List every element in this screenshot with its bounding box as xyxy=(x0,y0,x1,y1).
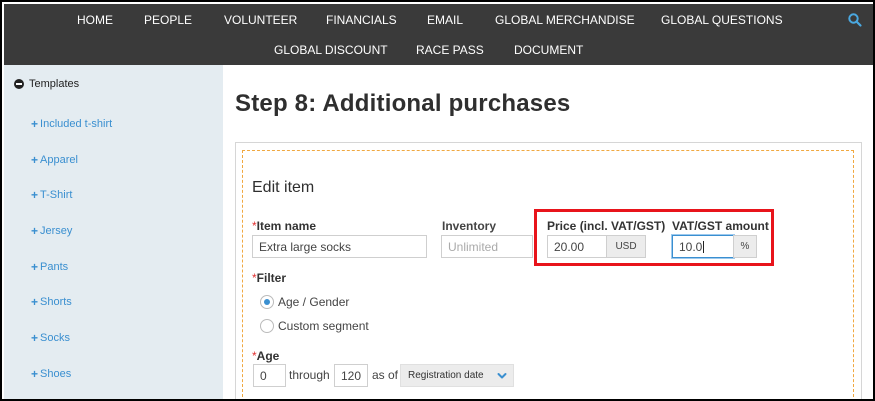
sidebar-item-shoes[interactable]: + Shoes xyxy=(31,367,71,381)
item-name-label: *Item name xyxy=(252,219,316,233)
plus-icon: + xyxy=(31,295,39,309)
nav-document[interactable]: DOCUMENT xyxy=(514,43,583,57)
templates-header[interactable]: Templates xyxy=(14,78,79,90)
inventory-label: Inventory xyxy=(442,219,497,233)
sidebar-item-tshirt[interactable]: + T-Shirt xyxy=(31,188,72,202)
as-of-text: as of xyxy=(372,368,399,382)
plus-icon: + xyxy=(31,367,39,381)
plus-icon: + xyxy=(31,188,39,202)
age-from-input[interactable]: 0 xyxy=(253,364,286,387)
nav-people[interactable]: PEOPLE xyxy=(144,13,192,27)
search-icon[interactable] xyxy=(847,12,863,28)
sidebar-item-shorts[interactable]: + Shorts xyxy=(31,295,72,309)
age-label-text: Age xyxy=(256,349,280,363)
nav-volunteer[interactable]: VOLUNTEER xyxy=(224,13,297,27)
plus-icon: + xyxy=(31,260,39,274)
as-of-select-value: Registration date xyxy=(408,370,484,381)
filter-option-custom-segment[interactable]: Custom segment xyxy=(260,319,369,333)
filter-option-age-gender[interactable]: Age / Gender xyxy=(260,295,349,309)
collapse-icon[interactable] xyxy=(14,79,24,89)
item-name-label-text: Item name xyxy=(256,219,317,233)
plus-icon: + xyxy=(31,224,39,238)
filter-label-text: Filter xyxy=(256,271,287,285)
sidebar-item-included-tshirt[interactable]: + Included t-shirt xyxy=(31,117,112,131)
templates-label: Templates xyxy=(29,78,80,90)
plus-icon: + xyxy=(31,117,39,131)
window: HOME PEOPLE VOLUNTEER FINANCIALS EMAIL G… xyxy=(0,0,875,401)
nav-financials[interactable]: FINANCIALS xyxy=(326,13,397,27)
through-text: through xyxy=(289,368,330,382)
sidebar-item-pants[interactable]: + Pants xyxy=(31,260,68,274)
sidebar-item-label: Socks xyxy=(40,332,70,344)
sidebar-item-label: Pants xyxy=(40,261,69,273)
item-name-input[interactable]: Extra large socks xyxy=(252,235,427,258)
sidebar-item-label: Shoes xyxy=(40,368,72,380)
sidebar-item-label: T-Shirt xyxy=(40,189,73,201)
edit-item-heading: Edit item xyxy=(252,179,315,196)
sidebar-item-label: Shorts xyxy=(40,296,72,308)
age-label: *Age xyxy=(252,349,279,363)
filter-label: *Filter xyxy=(252,271,286,285)
nav-email[interactable]: EMAIL xyxy=(427,13,463,27)
sidebar-item-jersey[interactable]: + Jersey xyxy=(31,224,72,238)
sidebar-item-socks[interactable]: + Socks xyxy=(31,331,70,345)
plus-icon: + xyxy=(31,331,39,345)
nav-global-discount[interactable]: GLOBAL DISCOUNT xyxy=(274,43,388,57)
age-to-input[interactable]: 120 xyxy=(334,364,368,387)
nav-race-pass[interactable]: RACE PASS xyxy=(416,43,484,57)
radio-button[interactable] xyxy=(260,295,274,309)
radio-label: Custom segment xyxy=(278,319,369,333)
radio-button[interactable] xyxy=(260,319,274,333)
sidebar-item-label: Apparel xyxy=(40,154,78,166)
plus-icon: + xyxy=(31,153,39,167)
sidebar-item-label: Included t-shirt xyxy=(40,118,113,130)
chevron-down-icon xyxy=(497,373,507,379)
top-navigation: HOME PEOPLE VOLUNTEER FINANCIALS EMAIL G… xyxy=(4,4,873,65)
nav-home[interactable]: HOME xyxy=(77,13,113,27)
inventory-input[interactable]: Unlimited xyxy=(441,235,533,258)
nav-global-questions[interactable]: GLOBAL QUESTIONS xyxy=(661,13,783,27)
sidebar-item-label: Jersey xyxy=(40,225,73,237)
as-of-select[interactable]: Registration date xyxy=(400,364,514,387)
radio-label: Age / Gender xyxy=(278,295,350,309)
templates-sidebar: Templates + Included t-shirt + Apparel + T-… xyxy=(4,65,223,399)
highlight-box xyxy=(534,209,774,266)
nav-global-merchandise[interactable]: GLOBAL MERCHANDISE xyxy=(495,13,635,27)
sidebar-item-apparel[interactable]: + Apparel xyxy=(31,153,78,167)
page-title: Step 8: Additional purchases xyxy=(235,90,571,117)
